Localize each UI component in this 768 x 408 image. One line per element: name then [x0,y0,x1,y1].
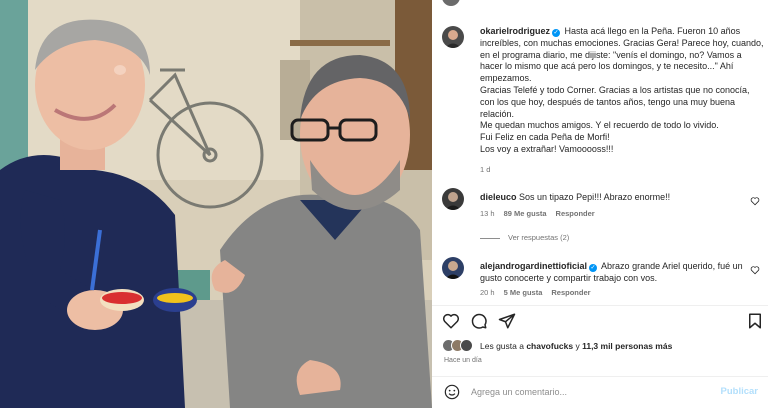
replies-line [480,237,500,239]
post-photo [0,0,432,408]
view-replies[interactable]: Ver respuestas (2) [480,233,569,242]
avatar[interactable] [442,257,464,279]
avatar-image [442,188,464,210]
caption-line: Gracias Telefé y todo Corner. Gracias a … [480,84,752,119]
caption-line: Me quedan muchos amigos. Y el recuerdo d… [480,120,719,131]
smiley-icon[interactable] [444,384,460,400]
reply-button[interactable]: Responder [551,288,590,297]
divider [432,376,768,377]
caption-line: Fui Feliz en cada Peña de Morfi! [480,132,610,143]
view-replies-label: Ver respuestas (2) [508,233,570,242]
comment-time[interactable]: 20 h [480,288,495,297]
comment-icon[interactable] [470,312,488,330]
comment-likes[interactable]: 89 Me gusta [504,209,547,218]
comment-likes[interactable]: 5 Me gusta [504,288,543,297]
comment-meta: 13 h 89 Me gusta Responder [480,209,604,218]
post-date[interactable]: Hace un día [444,357,482,364]
comment-username[interactable]: dieleuco [480,192,517,202]
caption: okarielrodriguez ✓ Hasta acá llego en la … [480,26,764,156]
heart-icon[interactable] [442,312,460,330]
header-avatar[interactable] [442,0,460,6]
heart-icon[interactable] [750,196,760,206]
comment-text: dieleuco Sos un tipazo Pepi!!! Abrazo en… [480,191,746,203]
action-bar [442,312,764,332]
post-side-panel: okarielrodriguez ✓ Hasta acá llego en la … [432,0,768,408]
post-timestamp[interactable]: 1 d [480,165,490,174]
comment-time[interactable]: 13 h [480,209,495,218]
post-username[interactable]: okarielrodriguez [480,26,550,36]
bookmark-icon[interactable] [746,312,764,330]
reply-button[interactable]: Responder [556,209,595,218]
comment-username[interactable]: alejandrogardinettioficial [480,261,587,271]
likes-prefix: Les gusta a [480,341,527,351]
likes-text: Les gusta a chavofucks y 11,3 mil person… [480,341,672,351]
publish-button[interactable]: Publicar [721,386,759,397]
heart-icon[interactable] [750,265,760,275]
verified-badge-icon: ✓ [589,264,598,272]
avatar-image [442,257,464,279]
comment-meta: 20 h 5 Me gusta Responder [480,288,600,297]
liker-avatar [460,339,473,352]
caption-line: okarielrodriguez ✓ Hasta acá llego en la … [480,26,764,85]
post-photo-illustration [0,0,432,408]
likes-count[interactable]: 11,3 mil personas más [582,341,672,351]
caption-line: Los voy a extrañar! Vamooooss!!! [480,143,614,154]
comment-body: Sos un tipazo Pepi!!! Abrazo enorme!! [519,192,671,202]
likes-middle: y [573,341,583,351]
comment-text: alejandrogardinettioficial ✓ Abrazo grand… [480,260,746,284]
paper-plane-icon[interactable] [498,312,516,330]
liker-username[interactable]: chavofucks [526,341,573,351]
avatar-image [442,26,464,48]
avatar[interactable] [442,26,464,48]
comment-input[interactable] [471,384,711,400]
avatar[interactable] [442,188,464,210]
verified-badge-icon: ✓ [552,29,561,37]
divider [432,305,768,306]
